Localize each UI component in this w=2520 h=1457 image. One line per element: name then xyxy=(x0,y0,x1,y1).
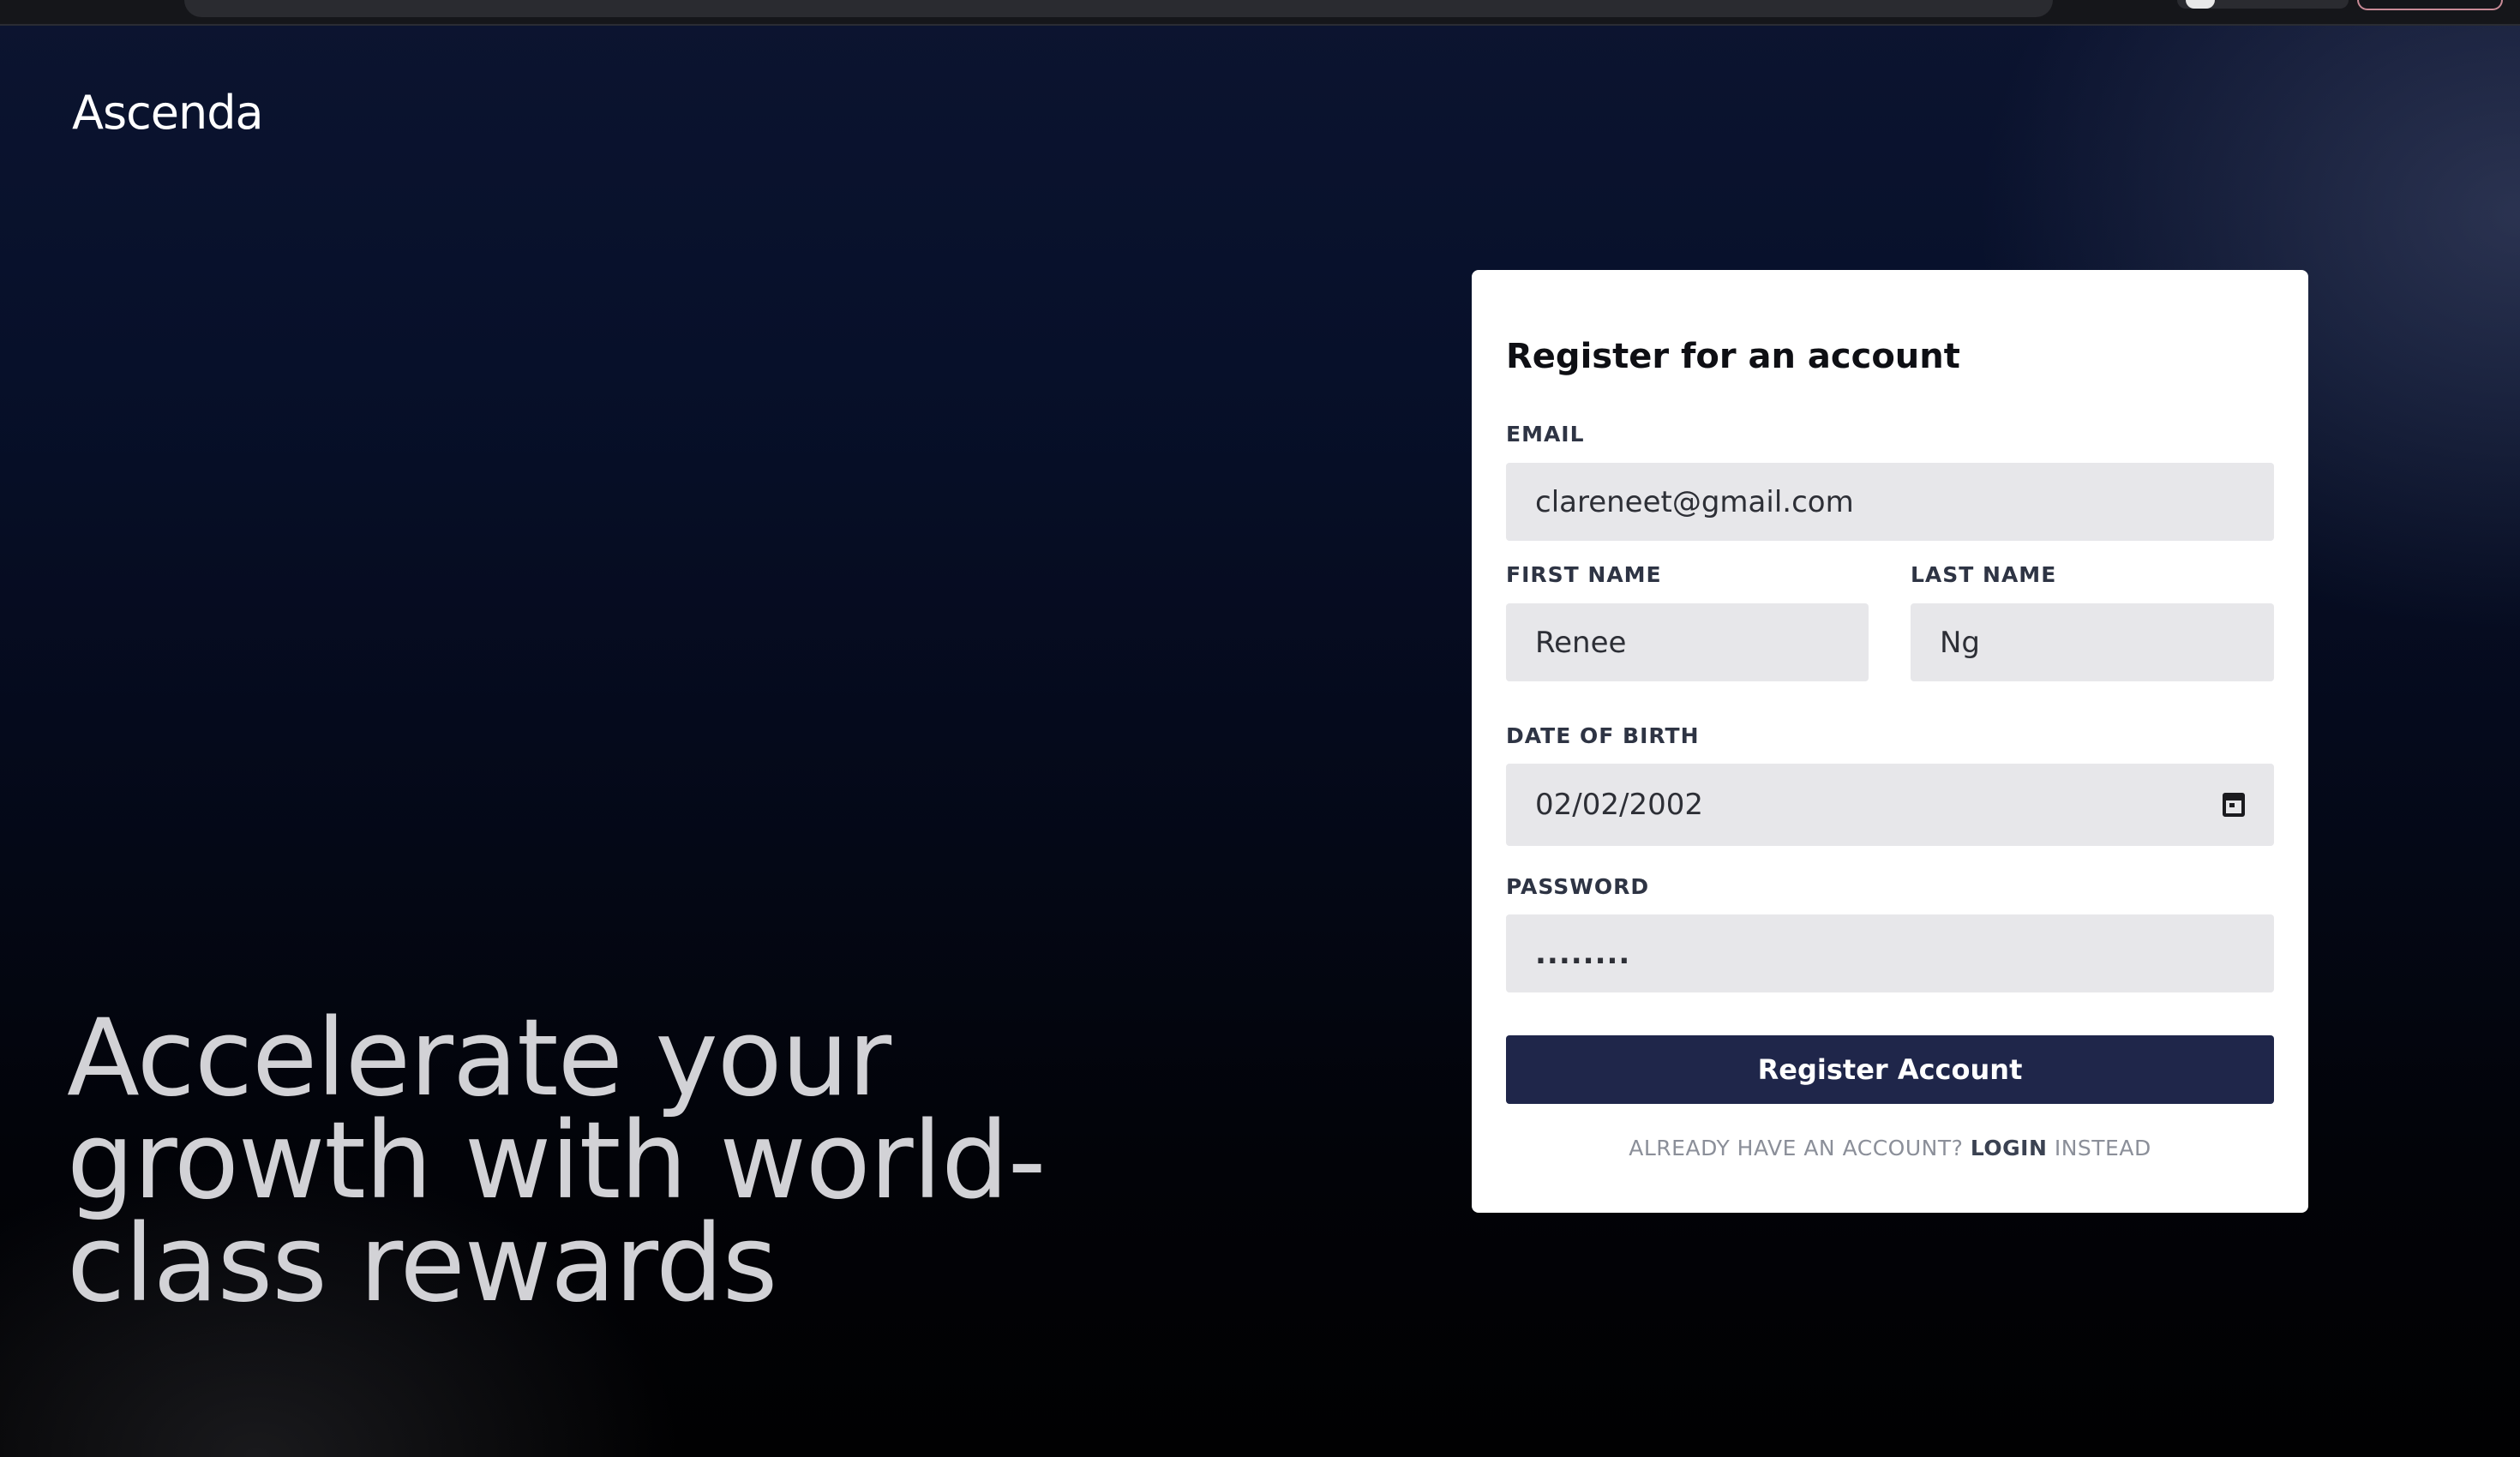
dob-label: DATE OF BIRTH xyxy=(1506,723,1700,748)
login-prefix: ALREADY HAVE AN ACCOUNT? xyxy=(1629,1136,1964,1160)
password-field[interactable] xyxy=(1506,914,2274,992)
first-name-label: FIRST NAME xyxy=(1506,562,1662,587)
brand-logo[interactable]: Ascenda xyxy=(72,86,264,140)
login-link[interactable]: LOGIN xyxy=(1971,1136,2048,1160)
password-label: PASSWORD xyxy=(1506,874,1650,899)
hero-headline: Accelerate your growth with world- class… xyxy=(67,1005,1267,1317)
email-label: EMAIL xyxy=(1506,422,1585,447)
date-of-birth-field[interactable]: 02/02/2002 xyxy=(1506,764,2274,846)
dob-value: 02/02/2002 xyxy=(1535,788,1703,822)
hero-line-3: class rewards xyxy=(67,1202,777,1326)
browser-chrome xyxy=(0,0,2520,26)
calendar-icon[interactable] xyxy=(2223,793,2245,817)
form-title: Register for an account xyxy=(1506,337,1960,376)
register-account-button[interactable]: Register Account xyxy=(1506,1035,2274,1104)
address-bar[interactable] xyxy=(184,0,2053,17)
avatar[interactable] xyxy=(2186,0,2215,9)
first-name-field[interactable] xyxy=(1506,603,1869,681)
last-name-label: LAST NAME xyxy=(1911,562,2057,587)
email-field[interactable] xyxy=(1506,463,2274,541)
browser-action-button[interactable] xyxy=(2357,0,2503,10)
login-suffix: INSTEAD xyxy=(2054,1136,2151,1160)
last-name-field[interactable] xyxy=(1911,603,2274,681)
register-card: Register for an account EMAIL FIRST NAME… xyxy=(1472,270,2308,1213)
login-prompt: ALREADY HAVE AN ACCOUNT? LOGIN INSTEAD xyxy=(1472,1136,2308,1160)
